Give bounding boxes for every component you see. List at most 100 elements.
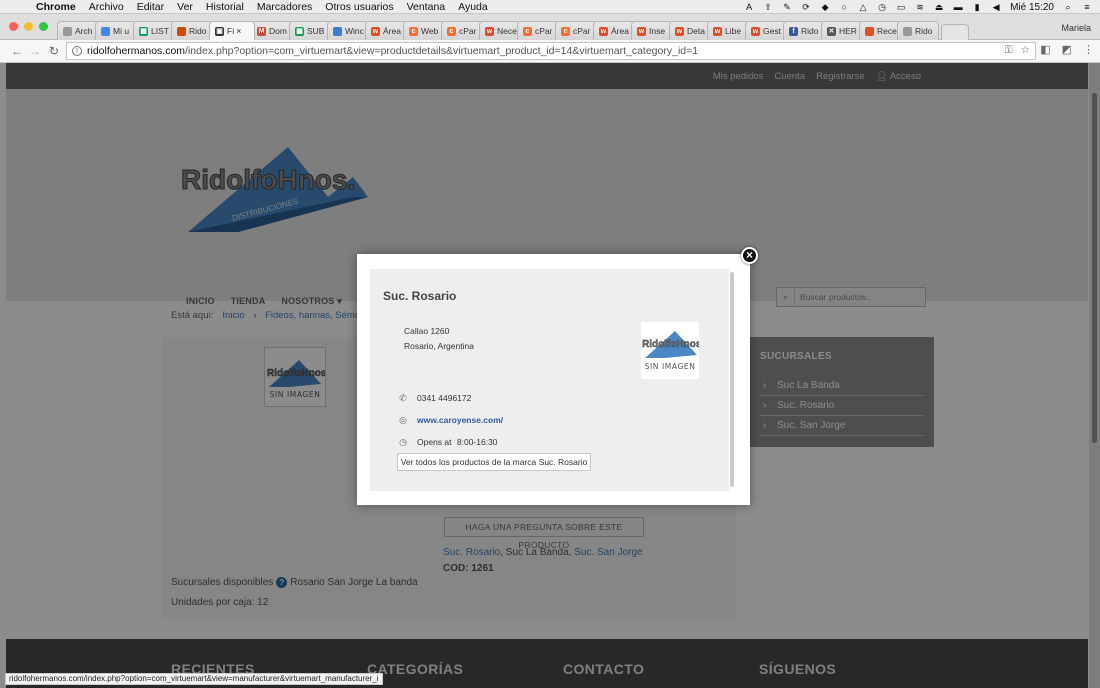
wifi-icon[interactable]: ≋: [915, 2, 925, 12]
minimize-window-icon[interactable]: [24, 22, 33, 31]
tab-favicon-icon: c: [447, 26, 456, 36]
browser-tab[interactable]: w Área: [593, 21, 635, 40]
menu-ayuda[interactable]: Ayuda: [458, 1, 488, 13]
browser-tab[interactable]: c cPar: [555, 21, 597, 40]
tab-label: Winc: [345, 26, 364, 36]
eject-icon[interactable]: ⏏: [934, 2, 944, 12]
browser-tab[interactable]: ✕ HER: [821, 21, 863, 40]
close-window-icon[interactable]: [9, 22, 18, 31]
browser-tab[interactable]: ▦ SUB: [289, 21, 331, 40]
browser-tab[interactable]: Arch: [57, 21, 99, 40]
status-icons: A ⇪ ✎ ⟳ ◆ ○ △ ◷ ▭ ≋ ⏏ ▬ ▮ ◀ Mié 15:20 ⌕ …: [744, 0, 1092, 14]
page-scrollbar-thumb[interactable]: [1092, 93, 1097, 443]
forward-icon[interactable]: →: [28, 43, 42, 59]
tab-favicon-icon: [63, 26, 72, 36]
browser-tab[interactable]: w Libe: [707, 21, 749, 40]
flag-icon[interactable]: ▬: [953, 2, 963, 12]
chat-icon[interactable]: ○: [839, 2, 849, 12]
browser-tab[interactable]: M Dom: [251, 21, 293, 40]
page-scrollbar[interactable]: [1089, 63, 1100, 688]
modal-hours: 8:00-16:30: [456, 437, 498, 447]
drive-icon[interactable]: △: [858, 2, 868, 12]
site-info-icon[interactable]: i: [72, 46, 82, 56]
browser-tab[interactable]: Mi u: [95, 21, 137, 40]
browser-tab[interactable]: ▦ LIST: [133, 21, 175, 40]
tab-label: Dom: [269, 26, 287, 36]
adobe-icon[interactable]: A: [744, 2, 754, 12]
new-tab-button[interactable]: [941, 24, 969, 40]
tab-label: Mi u: [113, 26, 130, 36]
browser-tab[interactable]: c cPar: [441, 21, 483, 40]
tab-label: Libe: [725, 26, 742, 36]
browser-tab[interactable]: Winc: [327, 21, 369, 40]
sync-icon[interactable]: ⟳: [801, 2, 811, 12]
menu-marcadores[interactable]: Marcadores: [257, 1, 312, 13]
reload-icon[interactable]: ↻: [47, 43, 61, 59]
zoom-window-icon[interactable]: [39, 22, 48, 31]
browser-tab[interactable]: Rido: [897, 21, 939, 40]
extension-badge-icon[interactable]: ◩: [1062, 43, 1072, 56]
tab-favicon-icon: [903, 26, 912, 36]
menu-ver[interactable]: Ver: [177, 1, 193, 13]
screen-icon[interactable]: ▭: [896, 2, 906, 12]
modal-website-row: ◎ www.caroyense.com/: [399, 415, 503, 426]
tab-label: Área: [383, 26, 401, 36]
profile-name[interactable]: Mariela: [1061, 23, 1091, 33]
browser-tab[interactable]: Rido: [171, 21, 213, 40]
clock[interactable]: Mié 15:20: [1010, 2, 1054, 13]
modal-scrollbar[interactable]: [730, 272, 734, 487]
time-machine-icon[interactable]: ◷: [877, 2, 887, 12]
key-icon[interactable]: ⚿: [1005, 44, 1013, 57]
modal-phone: 0341 4496172: [417, 393, 472, 403]
volume-icon[interactable]: ◀: [991, 2, 1001, 12]
tab-favicon-icon: [177, 26, 186, 36]
tab-label: Gest: [763, 26, 781, 36]
notification-center-icon[interactable]: ≡: [1082, 2, 1092, 12]
menu-app-name[interactable]: Chrome: [36, 1, 76, 13]
menu-ventana[interactable]: Ventana: [407, 1, 446, 13]
bookmark-star-icon[interactable]: ☆: [1021, 44, 1030, 57]
modal-website-link[interactable]: www.caroyense.com/: [417, 415, 503, 425]
browser-tab[interactable]: ▣ Fi ×: [209, 21, 255, 40]
chrome-menu-icon[interactable]: ⋮: [1083, 43, 1094, 56]
tab-label: Inse: [649, 26, 666, 36]
tab-favicon-icon: c: [523, 26, 532, 36]
modal-close-icon[interactable]: ×: [741, 247, 758, 264]
browser-tab[interactable]: c cPar: [517, 21, 559, 40]
menu-archivo[interactable]: Archivo: [89, 1, 124, 13]
menu-historial[interactable]: Historial: [206, 1, 244, 13]
tab-favicon-icon: M: [257, 26, 266, 36]
view-all-products-button[interactable]: Ver todos los productos de la marca Suc.…: [397, 453, 591, 471]
browser-tab[interactable]: c Web: [403, 21, 445, 40]
tab-favicon-icon: ▣: [215, 26, 224, 36]
browser-tab[interactable]: w Gest: [745, 21, 787, 40]
browser-tab[interactable]: Rece: [859, 21, 901, 40]
tab-favicon-icon: f: [789, 26, 798, 36]
browser-tab[interactable]: w Área: [365, 21, 407, 40]
tab-label: HER: [839, 26, 857, 36]
menu-editar[interactable]: Editar: [137, 1, 164, 13]
browser-tab[interactable]: w Nece: [479, 21, 521, 40]
extension-icon[interactable]: ◧: [1040, 43, 1050, 56]
menu-otros-usuarios[interactable]: Otros usuarios: [325, 1, 393, 13]
dropbox-icon[interactable]: ◆: [820, 2, 830, 12]
modal-logo-text: RidolfoHnos.: [642, 339, 699, 350]
address-bar[interactable]: i ridolfohermanos.com/index.php?option=c…: [66, 42, 1036, 60]
evernote-icon[interactable]: ✎: [782, 2, 792, 12]
tab-favicon-icon: w: [637, 26, 646, 36]
tab-label: Rido: [801, 26, 819, 36]
tab-favicon-icon: ▦: [139, 26, 148, 36]
browser-tab[interactable]: w Inse: [631, 21, 673, 40]
tab-favicon-icon: w: [713, 26, 722, 36]
back-icon[interactable]: ←: [10, 43, 24, 59]
tab-label: Web: [421, 26, 439, 36]
tab-favicon-icon: c: [561, 26, 570, 36]
tab-close-icon[interactable]: ×: [236, 26, 241, 36]
battery-icon[interactable]: ▮: [972, 2, 982, 12]
spotlight-icon[interactable]: ⌕: [1063, 2, 1073, 12]
upload-icon[interactable]: ⇪: [763, 2, 773, 12]
tab-favicon-icon: [101, 26, 110, 36]
browser-tab[interactable]: f Rido: [783, 21, 825, 40]
status-bar-url: ridolfohermanos.com/index.php?option=com…: [5, 673, 383, 685]
browser-tab[interactable]: w Deta: [669, 21, 711, 40]
